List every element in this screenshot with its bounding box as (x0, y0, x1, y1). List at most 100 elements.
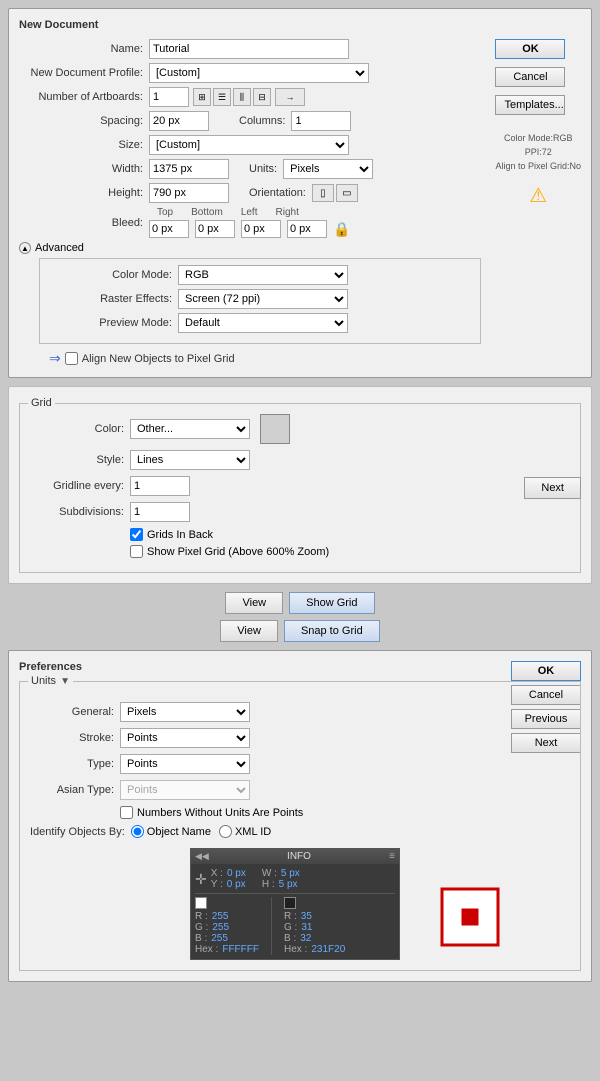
r1-row: R : 255 (195, 911, 259, 922)
info-panel: ◀◀ INFO ≡ ✛ X : 0 px Y : 0 px (190, 848, 400, 960)
units-select[interactable]: Pixels (283, 159, 373, 179)
gridline-input[interactable] (130, 476, 190, 496)
subdivisions-row: Subdivisions: (30, 502, 570, 522)
height-input[interactable] (149, 183, 229, 203)
colormode-select[interactable]: RGB (178, 265, 348, 285)
info-menu-icon[interactable]: ≡ (389, 851, 395, 862)
h-label: H : (262, 879, 275, 890)
portrait-btn[interactable]: ▯ (312, 184, 334, 202)
left-color-block: R : 255 G : 255 B : 255 Hex : (195, 897, 259, 955)
xml-id-radio[interactable] (219, 825, 232, 838)
spacing-input[interactable] (149, 111, 209, 131)
units-dropdown-arrow[interactable]: ▼ (60, 676, 70, 687)
b1-value: 255 (211, 933, 228, 944)
grid-color-swatch[interactable] (260, 414, 290, 444)
show-pixel-cb[interactable] (130, 545, 143, 558)
col-icon-btn[interactable]: ⫼ (233, 88, 251, 106)
units-section-label: Units (31, 675, 56, 687)
b1-label: B : (195, 933, 207, 944)
grids-in-back-cb[interactable] (130, 528, 143, 541)
row-icon-btn[interactable]: ☰ (213, 88, 231, 106)
view-button-2[interactable]: View (220, 620, 278, 642)
h-row: H : 5 px (262, 879, 300, 890)
grids-in-back-row: Grids In Back (130, 528, 570, 541)
ok-button[interactable]: OK (495, 39, 565, 59)
snap-to-grid-button[interactable]: Snap to Grid (284, 620, 380, 642)
prefs-ok-button[interactable]: OK (511, 661, 581, 681)
pixel-grid-info: Align to Pixel Grid:No (495, 159, 581, 173)
grid-next-button[interactable]: Next (524, 477, 581, 499)
stroke-swatch-row (284, 897, 345, 909)
bleed-top[interactable] (149, 220, 189, 238)
profile-select[interactable]: [Custom] (149, 63, 369, 83)
align-checkbox[interactable] (65, 352, 78, 365)
preview-select[interactable]: Default (178, 313, 348, 333)
lock-icon[interactable]: 🔒 (333, 221, 350, 238)
stroke-select[interactable]: Points (120, 728, 250, 748)
numbers-cb[interactable] (120, 806, 133, 819)
width-input[interactable] (149, 159, 229, 179)
numbers-label: Numbers Without Units Are Points (137, 807, 303, 819)
templates-button[interactable]: Templates... (495, 95, 565, 115)
wh-coords: W : 5 px H : 5 px (262, 868, 300, 890)
r2-value: 35 (301, 911, 312, 922)
view-button-1[interactable]: View (225, 592, 283, 614)
columns-input[interactable] (291, 111, 351, 131)
grid-style-label: Style: (30, 454, 130, 466)
top-label: Top (157, 207, 173, 218)
r1-label: R : (195, 911, 208, 922)
grid-color-label: Color: (30, 423, 130, 435)
identify-options: Object Name XML ID (131, 825, 271, 838)
grids-in-back-label: Grids In Back (147, 529, 213, 541)
type-select[interactable]: Points (120, 754, 250, 774)
y-label: Y : (211, 879, 223, 890)
color-vertical-divider (271, 897, 272, 955)
name-label: Name: (19, 43, 149, 55)
object-name-option[interactable]: Object Name (131, 825, 211, 838)
orientation-label: Orientation: (249, 187, 306, 199)
subdivisions-input[interactable] (130, 502, 190, 522)
artboards-input[interactable] (149, 87, 189, 107)
grid-style-row: Style: Lines (30, 450, 570, 470)
grid-icon-btn[interactable]: ⊞ (193, 88, 211, 106)
bleed-label: Bleed: (19, 217, 149, 229)
size-select[interactable]: [Custom] (149, 135, 349, 155)
artboard-icon-group: ⊞ ☰ ⫼ ⊟ (193, 88, 271, 106)
show-pixel-label: Show Pixel Grid (Above 600% Zoom) (147, 546, 329, 558)
grid-style-select[interactable]: Lines (130, 450, 250, 470)
crosshair-icon: ✛ (195, 871, 207, 888)
grid-color-row: Color: Other... (30, 414, 570, 444)
artboards-controls: ⊞ ☰ ⫼ ⊟ → (149, 87, 305, 107)
stroke-label: Stroke: (30, 732, 120, 744)
show-grid-button[interactable]: Show Grid (289, 592, 374, 614)
arrange-icon-btn[interactable]: ⊟ (253, 88, 271, 106)
arrow-right-btn[interactable]: → (275, 88, 305, 106)
name-input[interactable] (149, 39, 349, 59)
raster-row: Raster Effects: Screen (72 ppi) (48, 289, 472, 309)
general-select[interactable]: Pixels (120, 702, 250, 722)
align-arrow-icon: ⇒ (49, 350, 61, 367)
preview-label: Preview Mode: (48, 317, 178, 329)
info-expand-icon[interactable]: ◀◀ (195, 851, 209, 862)
bleed-inputs: 🔒 (149, 220, 350, 238)
bleed-left[interactable] (241, 220, 281, 238)
grid-color-select[interactable]: Other... (130, 419, 250, 439)
xy-coords: X : 0 px Y : 0 px (211, 868, 246, 890)
object-name-radio[interactable] (131, 825, 144, 838)
cancel-button[interactable]: Cancel (495, 67, 565, 87)
info-xy-row: ✛ X : 0 px Y : 0 px W : (195, 868, 395, 890)
x-value: 0 px (227, 868, 246, 879)
bleed-bottom[interactable] (195, 220, 235, 238)
spacing-label: Spacing: (19, 115, 149, 127)
bleed-headers: Top Bottom Left Right 🔒 (149, 207, 350, 238)
asian-select[interactable]: Points (120, 780, 250, 800)
bleed-row: Bleed: Top Bottom Left Right 🔒 (19, 207, 581, 238)
raster-select[interactable]: Screen (72 ppi) (178, 289, 348, 309)
preview-shape-container (440, 887, 500, 950)
advanced-toggle[interactable]: ▲ Advanced (19, 242, 581, 254)
xml-id-option[interactable]: XML ID (219, 825, 271, 838)
bleed-right[interactable] (287, 220, 327, 238)
columns-label: Columns: (239, 115, 285, 127)
info-colors-row: R : 255 G : 255 B : 255 Hex : (195, 897, 395, 955)
landscape-btn[interactable]: ▭ (336, 184, 358, 202)
